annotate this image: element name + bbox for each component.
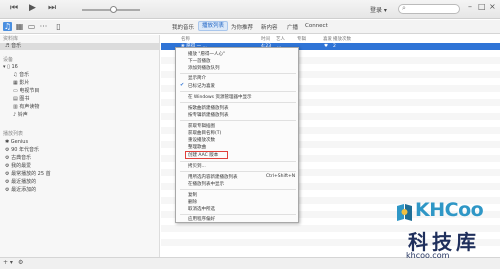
- tab-my-music[interactable]: 我的音乐: [172, 23, 194, 31]
- tab-connect[interactable]: Connect: [305, 23, 328, 29]
- menu-item-delete[interactable]: 删除: [188, 199, 197, 205]
- watermark-url: khcoo.com: [406, 251, 450, 260]
- menu-item-add-to-queue[interactable]: 添加到播放队列: [188, 65, 220, 71]
- sidebar-item-favorites[interactable]: ⚙ 我的最爱: [0, 163, 160, 170]
- menu-separator: [180, 120, 296, 121]
- add-button[interactable]: + ▾: [3, 259, 13, 266]
- sidebar-item-music[interactable]: ♬ 音乐: [0, 43, 160, 50]
- search-icon: ⌕: [402, 4, 406, 12]
- menu-item-new-playlist-from-song[interactable]: 按歌曲新建播放列表: [188, 105, 229, 111]
- sidebar-item-90s-music[interactable]: ⚙ 90 年代音乐: [0, 147, 160, 154]
- sidebar-item-device-audiobooks[interactable]: ▥ 有声读物: [0, 104, 160, 111]
- sidebar-item-device-tv[interactable]: ▭ 电视节目: [0, 88, 160, 95]
- menu-item-play-next[interactable]: 下一首播放: [188, 58, 211, 64]
- film-icon[interactable]: ▦: [15, 22, 24, 31]
- tab-new[interactable]: 新内容: [261, 23, 278, 31]
- context-menu: 播放 "愿得一人心" 下一首播放 添加到播放队列 显示简介 ✔ 已标记为喜爱 在…: [175, 47, 299, 223]
- gear-icon[interactable]: ⚙: [18, 259, 23, 266]
- more-icon[interactable]: ···: [39, 22, 48, 31]
- heart-icon[interactable]: ♥: [324, 43, 328, 50]
- tab-playlists[interactable]: 播放列表: [198, 21, 229, 31]
- previous-track-button[interactable]: ⏮: [10, 3, 18, 13]
- highlight-box: [185, 151, 228, 159]
- sidebar-item-top-25[interactable]: ⚙ 最常播放的 25 首: [0, 171, 160, 178]
- sidebar-item-classical[interactable]: ⚙ 古典音乐: [0, 155, 160, 162]
- track-plays: 2: [333, 44, 336, 49]
- menu-item-get-info[interactable]: 显示简介: [188, 75, 206, 81]
- column-name[interactable]: 名称: [181, 36, 190, 42]
- menu-item-copy-to[interactable]: 拷贝到...: [188, 163, 206, 169]
- menu-item-shortcut: Ctrl+Shift+N: [266, 174, 296, 179]
- menu-item-consolidate[interactable]: 整理歌曲: [188, 144, 206, 150]
- watermark: KHCoo 科技库 khcoo.com: [396, 199, 496, 263]
- search-input[interactable]: ⌕: [398, 4, 460, 14]
- title-bar: ⏮ ▶ ⏭ 登录 ▾ ⌕ – □ ×: [0, 0, 500, 19]
- account-button[interactable]: 登录 ▾: [370, 5, 387, 14]
- next-track-button[interactable]: ⏭: [48, 3, 56, 13]
- menu-item-reset-plays[interactable]: 重设播放次数: [188, 137, 215, 143]
- menu-item-show-in-explorer[interactable]: 在 Windows 资源管理器中显示: [188, 94, 251, 100]
- column-time[interactable]: 时间: [261, 36, 270, 42]
- sidebar-item-device[interactable]: ▾ ▯ 16: [0, 64, 160, 71]
- play-button[interactable]: ▶: [29, 3, 36, 13]
- menu-separator: [180, 102, 296, 103]
- menu-separator: [180, 161, 296, 162]
- menu-item-new-playlist-from-selection[interactable]: 用所选内容新建播放列表 Ctrl+Shift+N: [188, 174, 295, 180]
- menu-separator: [180, 214, 296, 215]
- column-album[interactable]: 专辑: [297, 36, 306, 42]
- menu-item-get-artwork[interactable]: 获取专辑插图: [188, 123, 215, 129]
- sidebar-item-device-ringtones[interactable]: ♪ 铃声: [0, 112, 160, 119]
- column-plays[interactable]: 播放次数: [333, 36, 351, 42]
- menu-item-uncheck-selection[interactable]: 取消选中所选: [188, 206, 215, 212]
- sidebar-item-device-movies[interactable]: ▦ 影片: [0, 80, 160, 87]
- playlists-header: 播放列表: [3, 131, 24, 137]
- menu-separator: [180, 171, 296, 172]
- checkmark-icon: ✔: [180, 82, 185, 88]
- menu-separator: [180, 91, 296, 92]
- minimize-button[interactable]: –: [468, 2, 472, 11]
- menu-item-get-track-names[interactable]: 获取曲目名称(T): [188, 130, 221, 136]
- menu-item-new-playlist-from-album[interactable]: 按专辑新建播放列表: [188, 112, 229, 118]
- sidebar-item-genius[interactable]: ✱ Genius: [0, 139, 160, 146]
- menu-item-play[interactable]: 播放 "愿得一人心": [188, 51, 225, 57]
- sidebar-item-device-music[interactable]: ♫ 音乐: [0, 72, 160, 79]
- menu-item-app-preferences[interactable]: 应用程序偏好: [188, 216, 215, 222]
- menu-separator: [180, 73, 296, 74]
- tab-radio[interactable]: 广播: [287, 23, 298, 31]
- close-button[interactable]: ×: [489, 2, 496, 11]
- library-header: 资料库: [3, 36, 19, 42]
- column-love[interactable]: 喜爱: [323, 36, 332, 42]
- tab-for-you[interactable]: 为你推荐: [231, 23, 253, 31]
- volume-slider-knob[interactable]: [110, 6, 117, 13]
- music-icon[interactable]: ♫: [3, 22, 12, 31]
- sidebar: 资料库 ♬ 音乐 设备 ▾ ▯ 16 ♫ 音乐 ▦ 影片 ▭ 电视节目 ▤ 图书…: [0, 35, 160, 257]
- device-icon[interactable]: ▯: [54, 22, 63, 31]
- sidebar-item-recently-played[interactable]: ⚙ 最近播放的: [0, 179, 160, 186]
- menu-item-show-in-playlist[interactable]: 在播放列表中显示: [188, 181, 224, 187]
- maximize-button[interactable]: □: [478, 2, 486, 11]
- tv-icon[interactable]: ▭: [27, 22, 36, 31]
- column-artist[interactable]: 艺人: [276, 36, 285, 42]
- sidebar-item-recently-added[interactable]: ⚙ 最近添加的: [0, 187, 160, 194]
- menu-item-label: 用所选内容新建播放列表: [188, 175, 238, 180]
- book-logo-icon: [397, 204, 412, 221]
- media-navigation-bar: ♫ ▦ ▭ ··· ▯ 我的音乐 播放列表 为你推荐 新内容 广播 Connec…: [0, 20, 500, 34]
- menu-separator: [180, 189, 296, 190]
- watermark-brand: KHCoo: [415, 199, 484, 221]
- menu-item-copy[interactable]: 复制: [188, 192, 197, 198]
- menu-item-loved[interactable]: 已标记为喜爱: [188, 83, 215, 89]
- devices-header: 设备: [3, 57, 14, 63]
- sidebar-item-device-books[interactable]: ▤ 图书: [0, 96, 160, 103]
